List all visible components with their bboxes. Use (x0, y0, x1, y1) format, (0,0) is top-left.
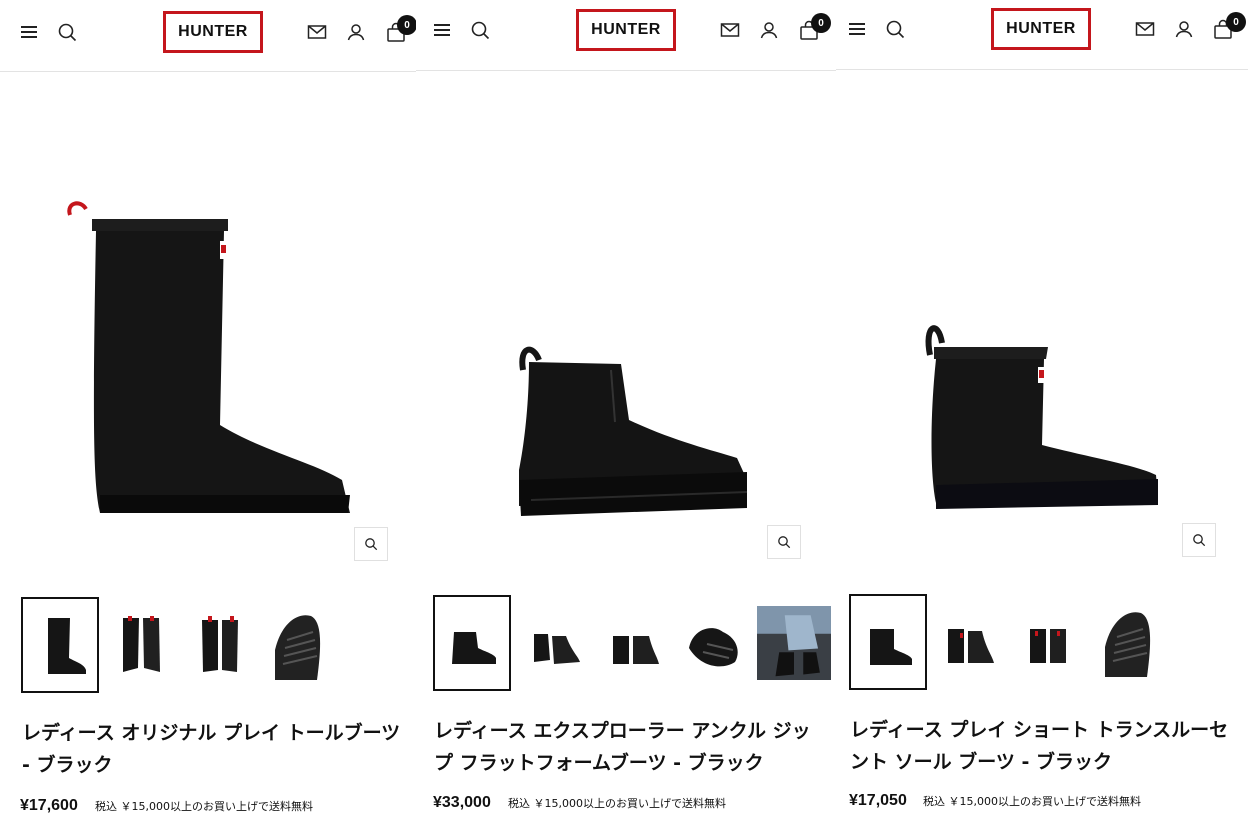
thumbnail-4[interactable] (258, 597, 336, 693)
product-panel-1: HUNTER 0 レディース オリジナル プレイ トールブーツ - ブラック ¥… (0, 0, 416, 825)
thumbnail-3[interactable] (181, 597, 259, 693)
mail-icon[interactable] (717, 17, 743, 43)
tall-boot-image[interactable] (60, 195, 360, 530)
hunter-logo[interactable]: HUNTER (576, 9, 676, 51)
product-price: ¥33,000 (433, 794, 491, 811)
short-boot-image[interactable] (918, 315, 1163, 515)
site-header: HUNTER 0 (416, 0, 836, 71)
hunter-logo[interactable]: HUNTER (163, 11, 263, 53)
thumbnail-2[interactable] (102, 597, 180, 693)
zoom-button[interactable] (1182, 523, 1216, 557)
shipping-note: 税込 ￥15,000以上のお買い上げで送料無料 (508, 797, 726, 810)
shipping-note: 税込 ￥15,000以上のお買い上げで送料無料 (923, 795, 1141, 808)
thumbnail-2[interactable] (515, 595, 593, 691)
account-icon[interactable] (756, 17, 782, 43)
cart-count-badge: 0 (1226, 12, 1246, 32)
account-icon[interactable] (1171, 16, 1197, 42)
thumbnail-4[interactable] (1088, 594, 1166, 690)
site-header: HUNTER 0 (0, 0, 416, 72)
mail-icon[interactable] (1132, 16, 1158, 42)
search-icon[interactable] (54, 19, 80, 45)
search-icon[interactable] (882, 16, 908, 42)
mail-icon[interactable] (304, 19, 330, 45)
shipping-note: 税込 ￥15,000以上のお買い上げで送料無料 (95, 800, 313, 813)
site-header: HUNTER 0 (836, 0, 1248, 70)
thumbnail-4[interactable] (674, 595, 752, 691)
thumbnail-3[interactable] (1009, 594, 1087, 690)
product-title: レディース エクスプローラー アンクル ジップ フラットフォームブーツ - ブラ… (434, 720, 811, 774)
menu-icon[interactable] (429, 17, 455, 43)
cart-count-badge: 0 (397, 15, 416, 35)
thumbnail-3[interactable] (594, 595, 672, 691)
thumbnail-5[interactable] (754, 595, 834, 691)
thumbnail-2[interactable] (929, 594, 1007, 690)
zoom-button[interactable] (767, 525, 801, 559)
thumbnail-1[interactable] (21, 597, 99, 693)
search-icon[interactable] (467, 17, 493, 43)
cart-count-badge: 0 (811, 13, 831, 33)
thumbnail-1[interactable] (433, 595, 511, 691)
hunter-logo[interactable]: HUNTER (991, 8, 1091, 50)
account-icon[interactable] (343, 19, 369, 45)
product-price: ¥17,050 (849, 792, 907, 809)
product-price: ¥17,600 (20, 797, 78, 814)
product-panel-3: HUNTER 0 レディース プレイ ショート トランスルーセント ソール ブー… (836, 0, 1248, 825)
product-panel-2: HUNTER 0 レディース エクスプローラー アンクル ジップ フラットフォー… (416, 0, 836, 825)
menu-icon[interactable] (844, 16, 870, 42)
menu-icon[interactable] (16, 19, 42, 45)
product-title: レディース オリジナル プレイ トールブーツ - ブラック (22, 722, 401, 776)
zip-boot-image[interactable] (511, 340, 756, 525)
product-title: レディース プレイ ショート トランスルーセント ソール ブーツ - ブラック (850, 719, 1229, 773)
zoom-button[interactable] (354, 527, 388, 561)
thumbnail-1[interactable] (849, 594, 927, 690)
